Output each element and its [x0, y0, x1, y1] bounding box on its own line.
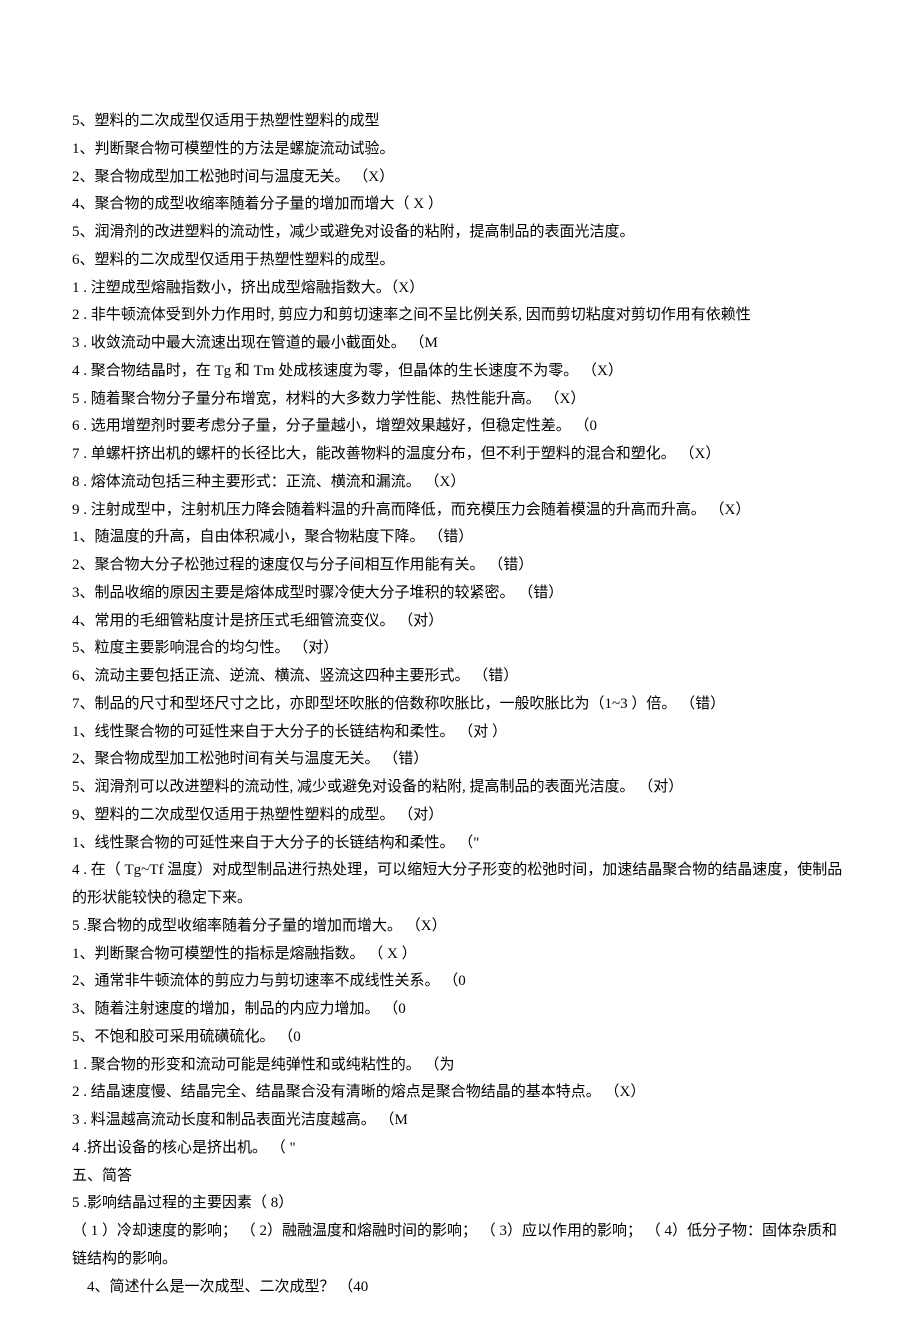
text-line: 3、随着注射速度的增加，制品的内应力增加。 （0 — [72, 996, 848, 1024]
document-page: 5、塑料的二次成型仅适用于热塑性塑料的成型1、判断聚合物可模塑性的方法是螺旋流动… — [0, 0, 920, 1341]
text-line: 4、简述什么是一次成型、二次成型？ （40 — [72, 1274, 848, 1302]
text-line: 1、线性聚合物的可延性来自于大分子的长链结构和柔性。 （对 ） — [72, 719, 848, 747]
text-line: 3、制品收缩的原因主要是熔体成型时骤冷使大分子堆积的较紧密。 （错） — [72, 580, 848, 608]
text-line: 6 . 选用增塑剂时要考虑分子量，分子量越小，增塑效果越好，但稳定性差。 （0 — [72, 413, 848, 441]
document-content: 5、塑料的二次成型仅适用于热塑性塑料的成型1、判断聚合物可模塑性的方法是螺旋流动… — [72, 108, 848, 1301]
text-line: 9 . 注射成型中，注射机压力降会随着料温的升高而降低，而充模压力会随着模温的升… — [72, 497, 848, 525]
text-line: 2、通常非牛顿流体的剪应力与剪切速率不成线性关系。 （0 — [72, 968, 848, 996]
text-line: 4、常用的毛细管粘度计是挤压式毛细管流变仪。 （对） — [72, 608, 848, 636]
text-line: 1、判断聚合物可模塑性的指标是熔融指数。 （ X ） — [72, 941, 848, 969]
text-line: 5、润滑剂可以改进塑料的流动性, 减少或避免对设备的粘附, 提高制品的表面光洁度… — [72, 774, 848, 802]
text-line: 1、随温度的升高，自由体积减小，聚合物粘度下降。 （错） — [72, 524, 848, 552]
text-line: 2 . 结晶速度慢、结晶完全、结晶聚合没有清晰的熔点是聚合物结晶的基本特点。 （… — [72, 1079, 848, 1107]
text-line: 7、制品的尺寸和型坯尺寸之比，亦即型坯吹胀的倍数称吹胀比，一般吹胀比为（1~3 … — [72, 691, 848, 719]
text-line: 1、线性聚合物的可延性来自于大分子的长链结构和柔性。 （" — [72, 830, 848, 858]
text-line: 5、塑料的二次成型仅适用于热塑性塑料的成型 — [72, 108, 848, 136]
text-line: 6、流动主要包括正流、逆流、横流、竖流这四种主要形式。 （错） — [72, 663, 848, 691]
text-line: 1 . 聚合物的形变和流动可能是纯弹性和或纯粘性的。 （为 — [72, 1052, 848, 1080]
text-line: 五、简答 — [72, 1163, 848, 1191]
text-line: 3 . 收敛流动中最大流速出现在管道的最小截面处。 （M — [72, 330, 848, 358]
text-line: 3 . 料温越高流动长度和制品表面光洁度越高。 （M — [72, 1107, 848, 1135]
text-line: 1 . 注塑成型熔融指数小，挤出成型熔融指数大。（X） — [72, 275, 848, 303]
text-line: 4 . 在（ Tg~Tf 温度）对成型制品进行热处理，可以缩短大分子形变的松弛时… — [72, 857, 848, 913]
text-line: 6、塑料的二次成型仅适用于热塑性塑料的成型。 — [72, 247, 848, 275]
text-line: 9、塑料的二次成型仅适用于热塑性塑料的成型。 （对） — [72, 802, 848, 830]
text-line: 2、聚合物大分子松弛过程的速度仅与分子间相互作用能有关。 （错） — [72, 552, 848, 580]
text-line: 5 .聚合物的成型收缩率随着分子量的增加而增大。 （X） — [72, 913, 848, 941]
text-line: 4 .挤出设备的核心是挤出机。 （ " — [72, 1135, 848, 1163]
text-line: 4、聚合物的成型收缩率随着分子量的增加而增大（ X ） — [72, 191, 848, 219]
text-line: 7 . 单螺杆挤出机的螺杆的长径比大，能改善物料的温度分布，但不利于塑料的混合和… — [72, 441, 848, 469]
text-line: 8 . 熔体流动包括三种主要形式：正流、横流和漏流。 （X） — [72, 469, 848, 497]
text-line: 1、判断聚合物可模塑性的方法是螺旋流动试验。 — [72, 136, 848, 164]
text-line: 2、聚合物成型加工松弛时间有关与温度无关。 （错） — [72, 746, 848, 774]
text-line: 2 . 非牛顿流体受到外力作用时, 剪应力和剪切速率之间不呈比例关系, 因而剪切… — [72, 302, 848, 330]
text-line: 2、聚合物成型加工松弛时间与温度无关。 （X） — [72, 164, 848, 192]
text-line: 4 . 聚合物结晶时，在 Tg 和 Tm 处成核速度为零，但晶体的生长速度不为零… — [72, 358, 848, 386]
text-line: 5 . 随着聚合物分子量分布增宽，材料的大多数力学性能、热性能升高。 （X） — [72, 386, 848, 414]
text-line: 5、润滑剂的改进塑料的流动性，减少或避免对设备的粘附，提高制品的表面光洁度。 — [72, 219, 848, 247]
text-line: 5 .影响结晶过程的主要因素（ 8） — [72, 1190, 848, 1218]
text-line: 5、粒度主要影响混合的均匀性。 （对） — [72, 635, 848, 663]
text-line: 5、不饱和胶可采用硫磺硫化。 （0 — [72, 1024, 848, 1052]
text-line: （ 1 ）冷却速度的影响； （ 2）融融温度和熔融时间的影响； （ 3）应以作用… — [72, 1218, 848, 1274]
